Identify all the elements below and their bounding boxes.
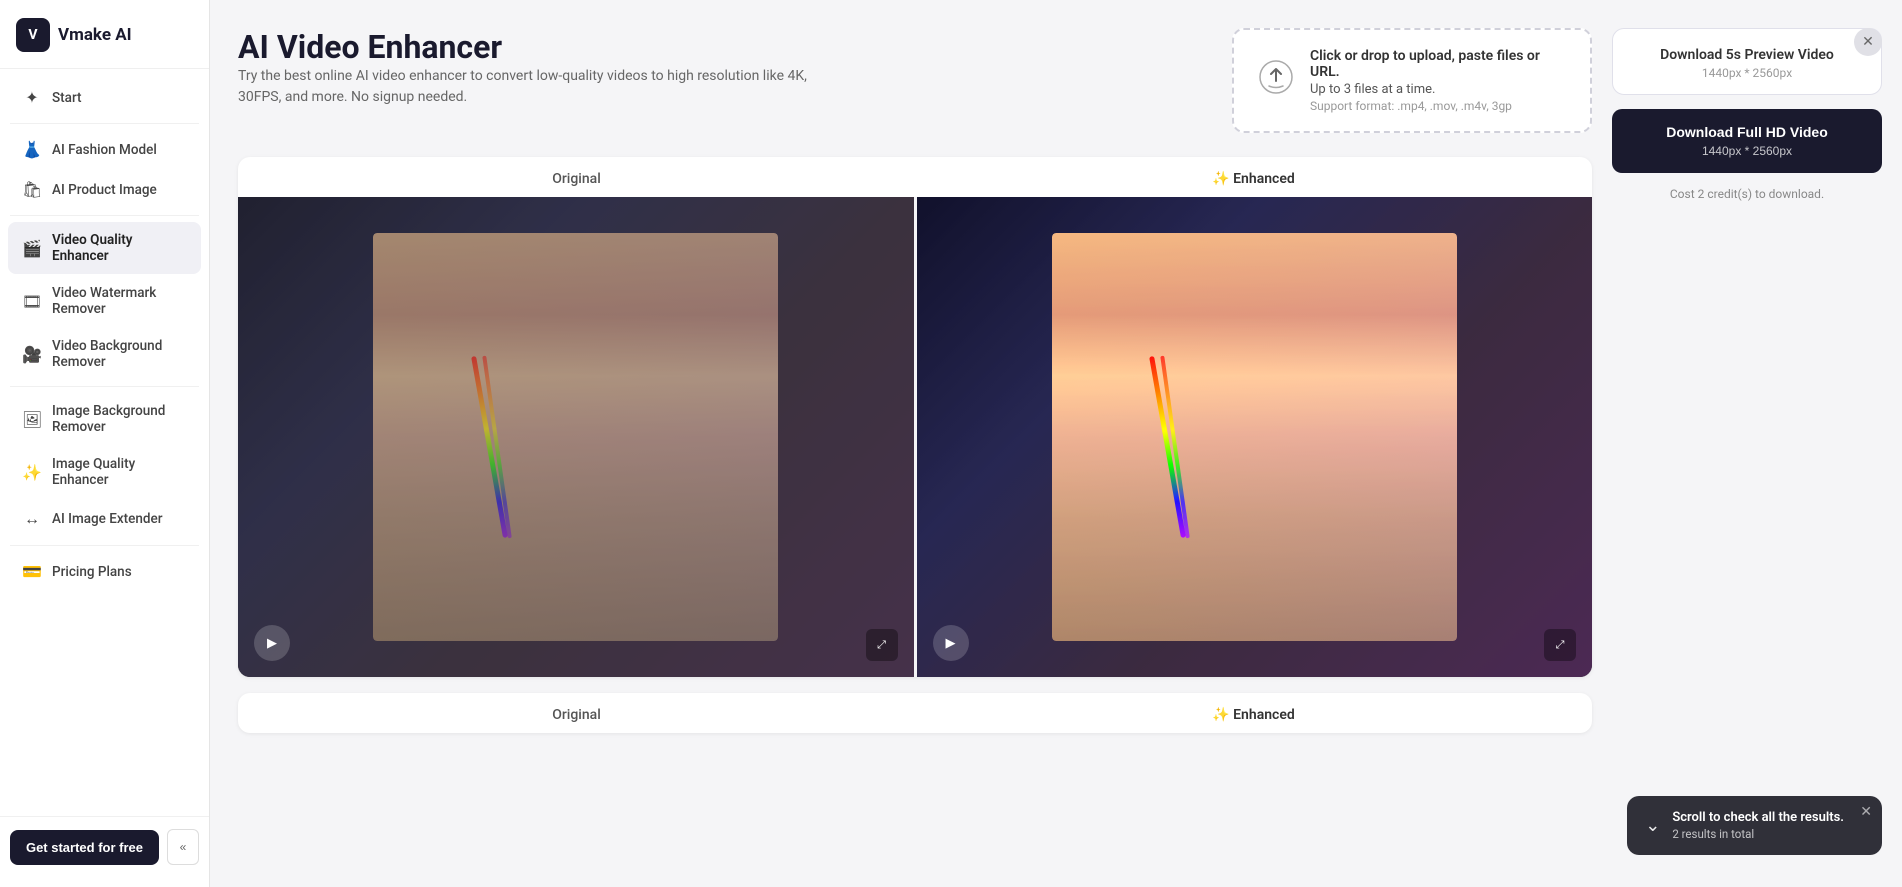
main-scroll: AI Video Enhancer Try the best online AI… [210,0,1612,887]
upload-area[interactable]: Click or drop to upload, paste files or … [1232,28,1592,133]
header-upload-section: AI Video Enhancer Try the best online AI… [238,28,1592,133]
portrait-overlay [373,233,778,641]
sidebar-item-ai-image-extender[interactable]: ↔ AI Image Extender [8,499,201,539]
collapse-sidebar-button[interactable]: « [167,829,199,865]
ai-image-extender-icon: ↔ [22,509,42,529]
close-button[interactable]: ✕ [1854,28,1882,56]
play-button-enhanced-1[interactable]: ▶ [933,625,969,661]
sidebar-item-video-watermark-remover[interactable]: 🎞 Video Watermark Remover [8,275,201,327]
comparison-row-2: Original ✨ Enhanced [238,693,1592,733]
page-subtitle: Try the best online AI video enhancer to… [238,66,838,108]
play-button-original-1[interactable]: ▶ [254,625,290,661]
sidebar: V Vmake AI ✦ Start 👗 AI Fashion Model 🛍 … [0,0,210,887]
logo-icon: V [16,18,50,52]
video-background-remover-icon: 🎥 [22,345,42,364]
divider-4 [10,545,199,546]
image-quality-enhancer-icon: ✨ [22,463,42,482]
comparison-row-1: Original ✨ Enhanced [238,157,1592,677]
sidebar-label-video-watermark-remover: Video Watermark Remover [52,285,187,317]
scroll-toast-title: Scroll to check all the results. [1672,810,1844,825]
comparison-videos-1: ▶ ⤢ ▶ [238,197,1592,677]
sidebar-item-fashion-model[interactable]: 👗 AI Fashion Model [8,130,201,169]
upload-icon [1258,59,1294,102]
scroll-toast-icon: ⌄ [1645,815,1660,836]
sidebar-item-video-quality-enhancer[interactable]: 🎬 Video Quality Enhancer [8,222,201,274]
sidebar-label-video-background-remover: Video Background Remover [52,338,187,370]
sidebar-footer: Get started for free « [0,816,209,871]
image-background-remover-icon: 🖼 [22,410,42,429]
sidebar-item-image-quality-enhancer[interactable]: ✨ Image Quality Enhancer [8,446,201,498]
sidebar-label-fashion-model: AI Fashion Model [52,142,157,158]
sidebar-label-product-image: AI Product Image [52,182,157,198]
download-preview-title: Download 5s Preview Video [1631,47,1863,63]
page-header: AI Video Enhancer Try the best online AI… [238,28,1212,108]
sidebar-item-start[interactable]: ✦ Start [8,78,201,117]
sidebar-label-pricing-plans: Pricing Plans [52,564,132,580]
expand-button-enhanced-1[interactable]: ⤢ [1544,629,1576,661]
upload-sub-text: Up to 3 files at a time. [1310,82,1566,97]
enhanced-label-1: ✨ Enhanced [915,157,1592,197]
comparison-container: Original ✨ Enhanced [238,157,1592,733]
original-label-1: Original [238,157,915,197]
video-quality-enhancer-icon: 🎬 [22,239,42,258]
sidebar-label-ai-image-extender: AI Image Extender [52,511,163,527]
sidebar-item-product-image[interactable]: 🛍 AI Product Image [8,170,201,209]
download-cost: Cost 2 credit(s) to download. [1612,187,1882,201]
page-title: AI Video Enhancer [238,28,1212,66]
sidebar-nav: ✦ Start 👗 AI Fashion Model 🛍 AI Product … [0,69,209,816]
divider-2 [10,215,199,216]
sidebar-item-video-background-remover[interactable]: 🎥 Video Background Remover [8,328,201,380]
sidebar-label-image-quality-enhancer: Image Quality Enhancer [52,456,187,488]
download-preview-size: 1440px * 2560px [1631,66,1863,80]
download-full-button[interactable]: Download Full HD Video 1440px * 2560px [1612,109,1882,173]
sidebar-label-image-background-remover: Image Background Remover [52,403,187,435]
scroll-toast-text: Scroll to check all the results. 2 resul… [1672,810,1844,841]
scroll-toast-close-button[interactable]: ✕ [1860,804,1872,820]
original-label-2: Original [238,693,915,733]
logo-text: Vmake AI [58,25,132,45]
video-portrait-original-1 [373,233,778,641]
upload-section: Click or drop to upload, paste files or … [1232,28,1592,133]
expand-button-original-1[interactable]: ⤢ [866,629,898,661]
portrait-overlay-enhanced [1052,233,1457,641]
upload-text-block: Click or drop to upload, paste files or … [1310,48,1566,113]
product-image-icon: 🛍 [22,180,42,199]
video-bg-enhanced-1 [917,197,1593,677]
enhanced-label-2: ✨ Enhanced [915,693,1592,733]
video-panel-enhanced-1: ▶ ⤢ [914,197,1593,677]
video-bg-original-1 [238,197,914,677]
video-panel-original-1: ▶ ⤢ [238,197,914,677]
content-area: AI Video Enhancer Try the best online AI… [210,0,1902,887]
get-started-button[interactable]: Get started for free [10,830,159,865]
upload-format-text: Support format: .mp4, .mov, .m4v, 3gp [1310,99,1566,113]
video-watermark-remover-icon: 🎞 [22,292,42,311]
scroll-toast-sub: 2 results in total [1672,827,1844,841]
comparison-labels-1: Original ✨ Enhanced [238,157,1592,197]
sidebar-label-video-quality-enhancer: Video Quality Enhancer [52,232,187,264]
scroll-toast: ⌄ Scroll to check all the results. 2 res… [1627,796,1882,855]
sidebar-item-image-background-remover[interactable]: 🖼 Image Background Remover [8,393,201,445]
divider-3 [10,386,199,387]
download-full-size: 1440px * 2560px [1630,143,1864,160]
divider-1 [10,123,199,124]
logo-area: V Vmake AI [0,0,209,69]
start-icon: ✦ [22,88,42,107]
right-panel: ✕ Download 5s Preview Video 1440px * 256… [1612,0,1902,887]
fashion-model-icon: 👗 [22,140,42,159]
download-full-label: Download Full HD Video [1666,124,1828,140]
upload-main-text: Click or drop to upload, paste files or … [1310,48,1566,80]
sidebar-item-pricing-plans[interactable]: 💳 Pricing Plans [8,552,201,591]
collapse-icon: « [180,840,187,854]
download-preview-card: Download 5s Preview Video 1440px * 2560p… [1612,28,1882,95]
pricing-plans-icon: 💳 [22,562,42,581]
sidebar-label-start: Start [52,90,82,106]
video-portrait-enhanced-1 [1052,233,1457,641]
comparison-labels-2: Original ✨ Enhanced [238,693,1592,733]
